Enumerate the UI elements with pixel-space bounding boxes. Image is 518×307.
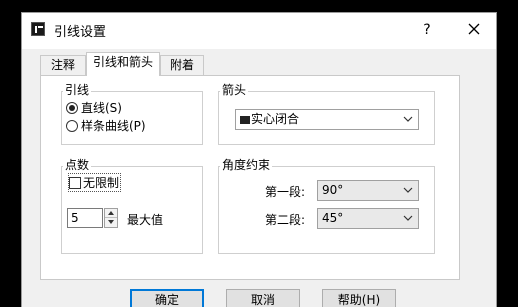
- first-segment-label: 第一段:: [265, 185, 306, 199]
- arrowhead-value: 实心闭合: [251, 112, 300, 126]
- title-bar[interactable]: 引线设置 ?: [22, 13, 496, 49]
- max-points-spinner[interactable]: [104, 208, 118, 228]
- first-segment-value: 90°: [322, 183, 344, 197]
- chevron-down-icon: [403, 215, 413, 221]
- leader-group-title: 引线: [63, 81, 92, 98]
- radio-straight[interactable]: 直线(S): [66, 99, 122, 116]
- tab-panel: 引线 直线(S) 样条曲线(P) 箭头 实心闭合 点数 无限制 5 最大值 角度…: [40, 75, 460, 280]
- radio-spline[interactable]: 样条曲线(P): [66, 117, 146, 134]
- ok-button[interactable]: 确定: [130, 289, 204, 307]
- closed-filled-arrow-icon: [240, 116, 250, 124]
- close-button[interactable]: [462, 17, 486, 43]
- max-label: 最大值: [127, 213, 164, 227]
- unlimited-checkbox[interactable]: 无限制: [68, 173, 122, 192]
- tab-attachment[interactable]: 附着: [160, 55, 204, 76]
- cancel-button[interactable]: 取消: [226, 289, 300, 307]
- angle-group-title: 角度约束: [220, 156, 273, 173]
- radio-straight-label: 直线(S): [81, 101, 122, 115]
- arrowhead-group-title: 箭头: [220, 81, 249, 98]
- radio-indicator: [66, 119, 78, 132]
- help-button[interactable]: 帮助(H): [322, 289, 396, 307]
- window-title: 引线设置: [54, 25, 107, 40]
- second-segment-select[interactable]: 45°: [317, 208, 419, 229]
- radio-spline-label: 样条曲线(P): [81, 119, 146, 133]
- tab-annotation[interactable]: 注释: [40, 55, 86, 76]
- chevron-down-icon: [403, 187, 413, 193]
- tab-leader-arrow[interactable]: 引线和箭头: [86, 52, 160, 76]
- spin-up-button[interactable]: [105, 209, 117, 218]
- max-points-input[interactable]: 5: [67, 208, 103, 228]
- dialog-body: 注释 引线和箭头 附着 引线 直线(S) 样条曲线(P) 箭头 实心闭合 点数: [22, 49, 496, 307]
- first-segment-select[interactable]: 90°: [317, 180, 419, 201]
- close-icon: [468, 23, 480, 35]
- down-arrow-icon: [108, 220, 114, 224]
- spin-down-button[interactable]: [105, 218, 117, 227]
- second-segment-value: 45°: [322, 211, 344, 225]
- radio-indicator: [66, 101, 78, 114]
- help-question-button[interactable]: ?: [418, 19, 436, 41]
- unlimited-label: 无限制: [83, 176, 120, 190]
- chevron-down-icon: [403, 116, 413, 122]
- app-icon: [31, 22, 45, 36]
- arrowhead-select[interactable]: 实心闭合: [235, 109, 419, 130]
- up-arrow-icon: [108, 211, 114, 215]
- checkbox-box: [69, 176, 81, 189]
- second-segment-label: 第二段:: [265, 213, 306, 227]
- leader-settings-dialog: 引线设置 ? 注释 引线和箭头 附着 引线 直线(S) 样条曲线(P) 箭头 实…: [21, 12, 497, 307]
- points-group-title: 点数: [63, 156, 92, 173]
